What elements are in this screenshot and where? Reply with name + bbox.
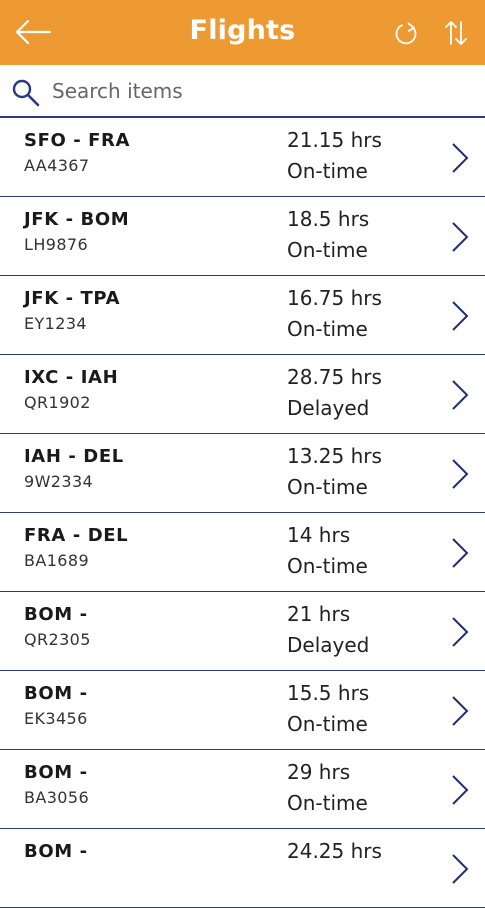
flight-code: AA4367 bbox=[24, 156, 90, 175]
flight-route: BOM - bbox=[24, 762, 88, 783]
search-input[interactable] bbox=[52, 75, 472, 107]
list-item[interactable]: BOM - QR2305 21 hrs Delayed bbox=[0, 592, 485, 671]
flight-duration: 13.25 hrs bbox=[287, 444, 382, 468]
flight-code: QR2305 bbox=[24, 630, 91, 649]
sort-icon[interactable] bbox=[441, 17, 471, 49]
flight-code: BA1689 bbox=[24, 551, 90, 570]
flight-duration: 16.75 hrs bbox=[287, 286, 382, 310]
search-bar bbox=[0, 65, 485, 118]
list-item[interactable]: FRA - DEL BA1689 14 hrs On-time bbox=[0, 513, 485, 592]
chevron-right-icon[interactable] bbox=[449, 377, 471, 413]
flight-status: On-time bbox=[287, 238, 368, 262]
flight-duration: 29 hrs bbox=[287, 760, 351, 784]
flight-route: BOM - bbox=[24, 683, 88, 704]
list-item[interactable]: BOM - 24.25 hrs bbox=[0, 829, 485, 908]
flight-status: On-time bbox=[287, 159, 368, 183]
flight-status: On-time bbox=[287, 317, 368, 341]
flight-duration: 21.15 hrs bbox=[287, 128, 382, 152]
flight-duration: 18.5 hrs bbox=[287, 207, 370, 231]
flight-status: Delayed bbox=[287, 396, 370, 420]
flight-route: IAH - DEL bbox=[24, 446, 124, 467]
flight-duration: 28.75 hrs bbox=[287, 365, 382, 389]
flight-code: EY1234 bbox=[24, 314, 88, 333]
chevron-right-icon[interactable] bbox=[449, 772, 471, 808]
flight-status: On-time bbox=[287, 554, 368, 578]
chevron-right-icon[interactable] bbox=[449, 456, 471, 492]
flight-code: LH9876 bbox=[24, 235, 89, 254]
chevron-right-icon[interactable] bbox=[449, 851, 471, 887]
flight-code: EK3456 bbox=[24, 709, 88, 728]
list-item[interactable]: IAH - DEL 9W2334 13.25 hrs On-time bbox=[0, 434, 485, 513]
list-item[interactable]: SFO - FRA AA4367 21.15 hrs On-time bbox=[0, 118, 485, 197]
flight-code: QR1902 bbox=[24, 393, 91, 412]
flight-status: On-time bbox=[287, 712, 368, 736]
flight-status: On-time bbox=[287, 475, 368, 499]
flight-route: IXC - IAH bbox=[24, 367, 119, 388]
list-item[interactable]: BOM - EK3456 15.5 hrs On-time bbox=[0, 671, 485, 750]
list-item[interactable]: BOM - BA3056 29 hrs On-time bbox=[0, 750, 485, 829]
list-item[interactable]: JFK - BOM LH9876 18.5 hrs On-time bbox=[0, 197, 485, 276]
list-item[interactable]: JFK - TPA EY1234 16.75 hrs On-time bbox=[0, 276, 485, 355]
flight-route: JFK - BOM bbox=[24, 209, 130, 230]
flight-list: SFO - FRA AA4367 21.15 hrs On-time JFK -… bbox=[0, 118, 485, 908]
flight-code: 9W2334 bbox=[24, 472, 94, 491]
flight-duration: 15.5 hrs bbox=[287, 681, 370, 705]
list-item[interactable]: IXC - IAH QR1902 28.75 hrs Delayed bbox=[0, 355, 485, 434]
flight-route: SFO - FRA bbox=[24, 130, 131, 151]
flight-duration: 21 hrs bbox=[287, 602, 351, 626]
flight-status: On-time bbox=[287, 791, 368, 815]
flight-route: JFK - TPA bbox=[24, 288, 121, 309]
flight-status: Delayed bbox=[287, 633, 370, 657]
flight-route: BOM - bbox=[24, 604, 88, 625]
flight-duration: 24.25 hrs bbox=[287, 839, 382, 863]
chevron-right-icon[interactable] bbox=[449, 535, 471, 571]
search-icon bbox=[12, 79, 40, 107]
chevron-right-icon[interactable] bbox=[449, 219, 471, 255]
chevron-right-icon[interactable] bbox=[449, 693, 471, 729]
refresh-icon[interactable] bbox=[391, 19, 421, 49]
flight-duration: 14 hrs bbox=[287, 523, 351, 547]
flight-code: BA3056 bbox=[24, 788, 90, 807]
app-header: Flights bbox=[0, 0, 485, 65]
flight-route: BOM - bbox=[24, 841, 88, 862]
chevron-right-icon[interactable] bbox=[449, 614, 471, 650]
flight-route: FRA - DEL bbox=[24, 525, 129, 546]
chevron-right-icon[interactable] bbox=[449, 298, 471, 334]
chevron-right-icon[interactable] bbox=[449, 140, 471, 176]
